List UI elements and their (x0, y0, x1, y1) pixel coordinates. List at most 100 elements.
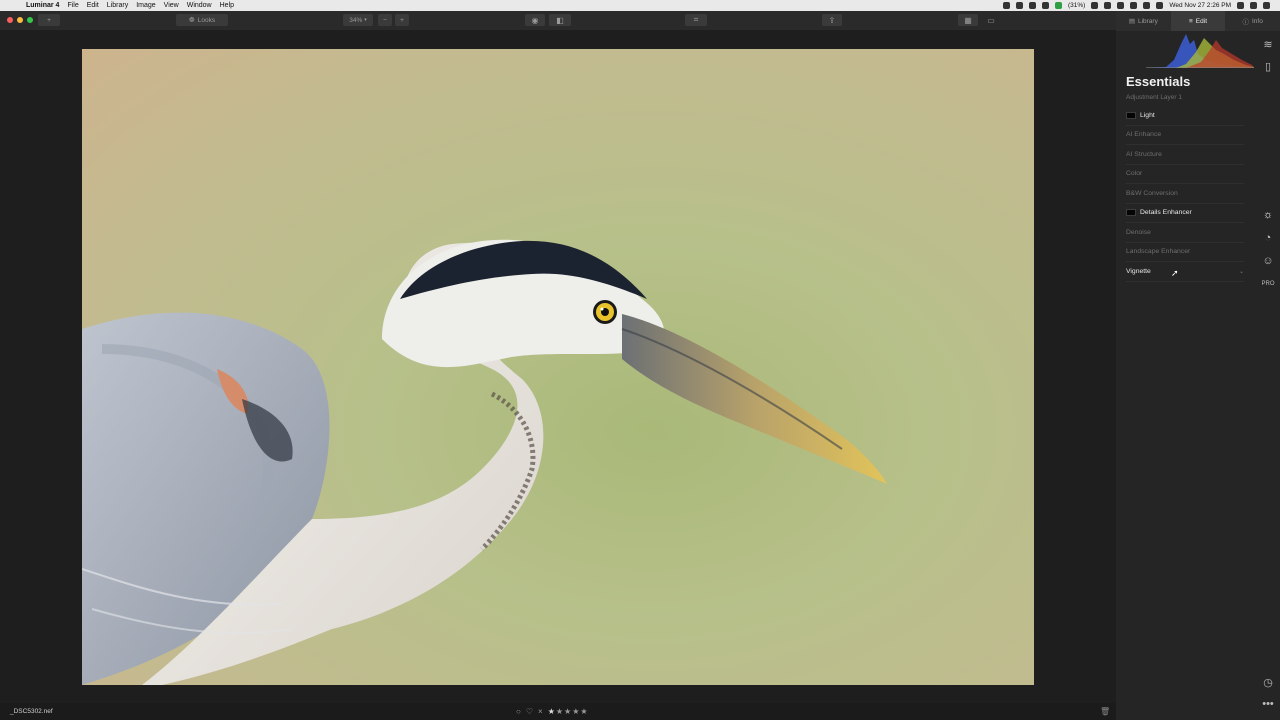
heron-photo[interactable] (82, 49, 1034, 685)
menu-library[interactable]: Library (107, 2, 128, 9)
crop-icon: ⌗ (693, 15, 699, 24)
volume-icon[interactable] (1143, 2, 1151, 9)
menu-image[interactable]: Image (136, 2, 155, 9)
minimize-window-button[interactable] (17, 17, 23, 23)
star-empty-icon[interactable]: ★ (564, 707, 572, 716)
tool-label: Denoise (1126, 228, 1151, 236)
screen-record-icon[interactable] (1002, 2, 1010, 9)
zoom-in-button[interactable]: + (395, 14, 409, 26)
tool-landscape-enhancer[interactable]: Landscape Enhancer (1126, 243, 1244, 262)
creative-palette-icon[interactable]: ◔ (1261, 231, 1275, 245)
tool-label: Details Enhancer (1140, 209, 1192, 217)
tool-label: Light (1140, 111, 1155, 119)
layers-icon[interactable]: ≋ (1261, 37, 1275, 51)
tool-category-bar: ≋ ▯ ☼ ◔ ☺ PRO ◷ ••• (1256, 11, 1280, 720)
search-icon[interactable] (1237, 2, 1244, 9)
tool-color[interactable]: Color (1126, 165, 1244, 184)
menu-app-name[interactable]: Luminar 4 (26, 2, 59, 9)
menu-clock[interactable]: Wed Nov 27 2:26 PM (1169, 2, 1231, 9)
trash-icon[interactable]: 🗑 (1100, 707, 1110, 716)
looks-button[interactable]: ❁ Looks (176, 14, 228, 26)
user-avatar-icon[interactable] (1250, 2, 1257, 9)
tool-bw-conversion[interactable]: B&W Conversion (1126, 184, 1244, 204)
window-controls (7, 17, 33, 23)
chevron-down-icon: ▾ (364, 17, 367, 23)
library-icon: ▤ (1128, 18, 1135, 25)
rating-stars[interactable]: ★★★★★ (548, 707, 589, 716)
tool-light[interactable]: Light (1126, 106, 1244, 126)
green-status-icon[interactable] (1054, 2, 1062, 9)
menu-file[interactable]: File (67, 2, 78, 9)
tool-details-enhancer[interactable]: Details Enhancer (1126, 204, 1244, 223)
compare-icon: ◧ (556, 15, 564, 25)
compare-button[interactable]: ◧ (549, 14, 571, 26)
portrait-face-icon[interactable]: ☺ (1261, 254, 1275, 268)
tool-active-indicator (1126, 111, 1136, 119)
tab-edit[interactable]: ≡ Edit (1170, 11, 1226, 31)
menu-help[interactable]: Help (220, 2, 234, 9)
history-clock-icon[interactable]: ◷ (1261, 675, 1275, 689)
sync-icon[interactable] (1015, 2, 1023, 9)
zoom-dropdown[interactable]: 34% ▾ (343, 14, 373, 26)
preview-eye-button[interactable]: ◉ (525, 14, 545, 26)
add-images-button[interactable]: + (38, 14, 60, 26)
essentials-sun-icon[interactable]: ☼ (1261, 208, 1275, 222)
tab-library[interactable]: ▤ Library (1116, 11, 1171, 31)
pro-tools-icon[interactable]: PRO (1261, 277, 1275, 291)
cloud-icon[interactable] (1091, 2, 1099, 9)
tool-active-indicator (1126, 209, 1136, 217)
tool-label: AI Enhance (1126, 131, 1162, 139)
crop-button[interactable]: ⌗ (685, 14, 707, 26)
edit-sliders-icon: ≡ (1189, 17, 1193, 25)
menu-edit[interactable]: Edit (87, 2, 99, 9)
more-options-icon[interactable]: ••• (1261, 697, 1275, 711)
star-empty-icon[interactable]: ★ (556, 707, 564, 716)
menu-bar: Luminar 4 File Edit Library Image View W… (0, 0, 1280, 11)
tool-label: Vignette (1126, 267, 1151, 275)
close-window-button[interactable] (7, 17, 13, 23)
tab-edit-label: Edit (1195, 17, 1207, 25)
menu-view[interactable]: View (164, 2, 179, 9)
layer-name[interactable]: Adjustment Layer 1 (1126, 94, 1182, 101)
bottom-bar: _DSC5302.nef ○ ♡ × ★★★★★ 🗑 (0, 703, 1116, 720)
star-filled-icon[interactable]: ★ (548, 707, 556, 716)
eye-icon: ◉ (531, 15, 539, 25)
notification-center-icon[interactable] (1263, 2, 1270, 9)
wifi-icon[interactable] (1130, 2, 1138, 9)
single-view-icon: ▭ (987, 15, 995, 25)
star-empty-icon[interactable]: ★ (580, 707, 588, 716)
canvas-icon[interactable]: ▯ (1261, 59, 1275, 73)
file-name: _DSC5302.nef (10, 708, 53, 715)
mouse-pointer-icon: ➚ (1171, 268, 1179, 278)
zoom-out-button[interactable]: − (378, 14, 392, 26)
tool-ai-enhance[interactable]: AI Enhance (1126, 126, 1244, 145)
tool-label: Landscape Enhancer (1126, 248, 1191, 256)
single-view-button[interactable]: ▭ (981, 14, 1001, 26)
tool-vignette[interactable]: Vignette ⌄ (1126, 262, 1244, 282)
menu-extra-icon[interactable] (1041, 2, 1049, 9)
zoom-window-button[interactable] (27, 17, 33, 23)
dropbox-icon[interactable] (1028, 2, 1036, 9)
grid-icon: ▦ (964, 15, 972, 25)
tool-label: AI Structure (1126, 150, 1162, 158)
looks-icon: ❁ (188, 17, 195, 24)
looks-label: Looks (197, 16, 216, 24)
menu-window[interactable]: Window (187, 2, 212, 9)
reject-x-icon[interactable]: × (538, 707, 543, 716)
rating-bar: ○ ♡ × ★★★★★ (516, 707, 589, 716)
color-label-icon[interactable]: ○ (516, 707, 521, 716)
tool-ai-structure[interactable]: AI Structure (1126, 145, 1244, 165)
bluetooth-icon[interactable] (1117, 2, 1125, 9)
battery-icon[interactable] (1156, 2, 1164, 9)
app-toolbar: + ❁ Looks 34% ▾ − + ◉ ◧ ⌗ ⇪ ▦ ▭ (0, 11, 1116, 30)
share-button[interactable]: ⇪ (822, 14, 842, 26)
tool-denoise[interactable]: Denoise (1126, 223, 1244, 243)
panel-title: Essentials (1126, 74, 1191, 89)
grid-view-button[interactable]: ▦ (958, 14, 978, 26)
timemachine-icon[interactable] (1104, 2, 1112, 9)
zoom-value: 34% (349, 16, 363, 24)
heron-illustration (82, 239, 887, 685)
share-icon: ⇪ (828, 15, 836, 25)
tab-library-label: Library (1137, 17, 1158, 25)
favorite-heart-icon[interactable]: ♡ (526, 707, 533, 716)
